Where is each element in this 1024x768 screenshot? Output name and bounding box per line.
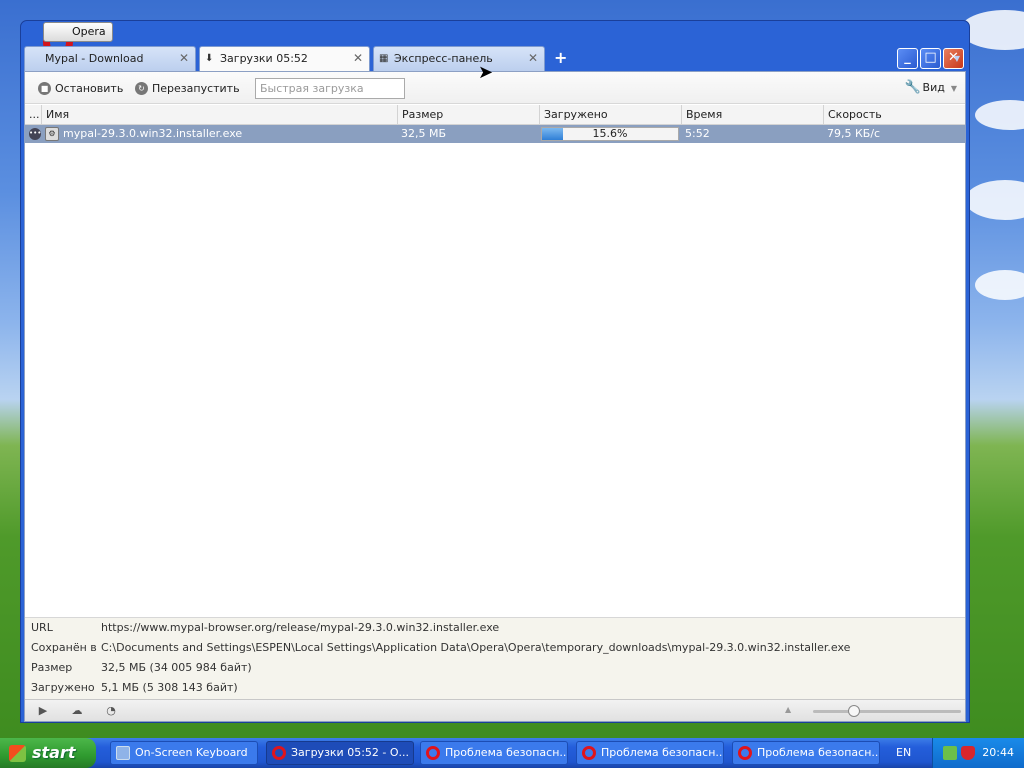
detail-saved-value[interactable]: C:\Documents and Settings\ESPEN\Local Se…	[101, 638, 850, 658]
download-speed: 79,5 КБ/с	[827, 127, 881, 140]
column-name-header[interactable]: Имя	[41, 105, 397, 125]
column-time-header[interactable]: Время	[681, 105, 823, 125]
opera-window: Opera _ □ ✕ Mypal - Download ✕ ⬇ Загрузк…	[20, 20, 970, 723]
windows-logo-icon	[9, 745, 26, 762]
start-label: start	[32, 743, 76, 762]
task-label: On-Screen Keyboard	[135, 746, 248, 759]
opera-icon	[738, 746, 752, 760]
panel-toggle-icon[interactable]: ▶	[35, 704, 51, 717]
stop-icon: ■	[38, 82, 51, 95]
tab-downloads[interactable]: ⬇ Загрузки 05:52 ✕	[199, 46, 370, 71]
security-shield-icon[interactable]	[961, 746, 975, 760]
taskbar-item-security-problem[interactable]: Проблема безопасн...	[420, 741, 568, 765]
opera-icon	[582, 746, 596, 760]
download-filename: mypal-29.3.0.win32.installer.exe	[63, 127, 243, 140]
download-icon: ⬇	[205, 53, 214, 64]
download-row[interactable]: ••• ⚙ mypal-29.3.0.win32.installer.exe 3…	[25, 125, 965, 143]
stop-button[interactable]: ■ Остановить	[38, 81, 123, 97]
desktop-cloud	[975, 270, 1024, 300]
column-speed-header[interactable]: Скорость	[823, 105, 967, 125]
tab-mypal-download[interactable]: Mypal - Download ✕	[24, 46, 196, 71]
download-size: 32,5 МБ	[401, 127, 447, 140]
task-label: Проблема безопасн...	[757, 746, 880, 759]
view-label: Вид	[922, 81, 945, 94]
opera-icon	[426, 746, 440, 760]
language-indicator[interactable]: EN	[896, 746, 911, 759]
start-button[interactable]: start	[0, 738, 96, 768]
detail-url-label: URL	[31, 621, 53, 634]
restart-label: Перезапустить	[152, 82, 240, 95]
taskbar-item-security-problem[interactable]: Проблема безопасн...	[732, 741, 880, 765]
opera-icon	[272, 746, 286, 760]
more-options-icon[interactable]: •••	[29, 128, 41, 140]
restart-button[interactable]: ↻ Перезапустить	[135, 81, 240, 97]
download-time: 5:52	[685, 127, 710, 140]
opera-menu-button[interactable]: Opera	[43, 22, 113, 42]
tab-label: Mypal - Download	[45, 52, 144, 65]
mouse-cursor-icon: ➤	[478, 62, 494, 83]
system-tray: 20:44	[932, 738, 1024, 768]
taskbar-item-on-screen-keyboard[interactable]: On-Screen Keyboard	[110, 741, 258, 765]
speedometer-icon[interactable]: ◔	[103, 704, 119, 717]
detail-size-label: Размер	[31, 661, 73, 674]
desktop-cloud	[965, 180, 1024, 220]
download-progress-bar: 15.6%	[541, 127, 679, 141]
tab-speed-dial[interactable]: ▦ Экспресс-панель ✕	[373, 46, 545, 71]
column-downloaded-header[interactable]: Загружено	[539, 105, 681, 125]
close-tab-icon[interactable]: ✕	[179, 47, 189, 70]
downloads-panel: ■ Остановить ↻ Перезапустить 🔧 Вид ▼ ... …	[24, 71, 966, 722]
column-header: ... Имя Размер Загружено Время Скорость	[25, 105, 965, 125]
chevron-down-icon: ▼	[950, 84, 957, 93]
progress-text: 15.6%	[592, 127, 628, 140]
downloads-toolbar: ■ Остановить ↻ Перезапустить 🔧 Вид ▼	[25, 72, 965, 104]
file-icon: ⚙	[45, 127, 59, 141]
network-icon[interactable]	[943, 746, 957, 760]
download-details: URL https://www.mypal-browser.org/releas…	[25, 617, 965, 699]
tab-menu-chevron-icon[interactable]: ▼	[954, 54, 960, 63]
zoom-slider-track[interactable]	[813, 710, 961, 713]
stop-label: Остановить	[55, 82, 124, 95]
cloud-icon[interactable]: ☁	[69, 704, 85, 717]
taskbar-item-downloads[interactable]: Загрузки 05:52 - О...	[266, 741, 414, 765]
detail-url-value[interactable]: https://www.mypal-browser.org/release/my…	[101, 618, 499, 638]
restart-icon: ↻	[135, 82, 148, 95]
detail-saved-label: Сохранён в	[31, 641, 97, 654]
desktop-cloud	[975, 100, 1024, 130]
task-label: Проблема безопасн...	[445, 746, 568, 759]
close-tab-icon[interactable]: ✕	[353, 47, 363, 70]
quick-download-input[interactable]	[255, 78, 405, 99]
detail-size-value: 32,5 МБ (34 005 984 байт)	[101, 661, 252, 674]
keyboard-icon	[116, 746, 130, 760]
taskbar-item-security-problem[interactable]: Проблема безопасн...	[576, 741, 724, 765]
detail-downloaded-label: Загружено	[31, 681, 95, 694]
tab-label: Загрузки 05:52	[220, 52, 308, 65]
task-label: Проблема безопасн...	[601, 746, 724, 759]
view-menu-button[interactable]: 🔧 Вид ▼	[904, 80, 957, 95]
clock: 20:44	[982, 746, 1014, 759]
chevron-up-icon[interactable]: ▲	[785, 705, 791, 714]
tab-bar: Mypal - Download ✕ ⬇ Загрузки 05:52 ✕ ▦ …	[24, 46, 966, 71]
column-size-header[interactable]: Размер	[397, 105, 539, 125]
new-tab-button[interactable]: +	[554, 48, 567, 67]
grid-icon: ▦	[379, 53, 389, 64]
detail-downloaded-value: 5,1 МБ (5 308 143 байт)	[101, 681, 238, 694]
taskbar: start On-Screen Keyboard Загрузки 05:52 …	[0, 738, 1024, 768]
zoom-slider-thumb[interactable]	[848, 705, 860, 717]
task-label: Загрузки 05:52 - О...	[291, 746, 410, 759]
close-tab-icon[interactable]: ✕	[528, 47, 538, 70]
wrench-icon: 🔧	[904, 80, 921, 95]
status-bar: ▶ ☁ ◔ ▲	[25, 699, 965, 721]
